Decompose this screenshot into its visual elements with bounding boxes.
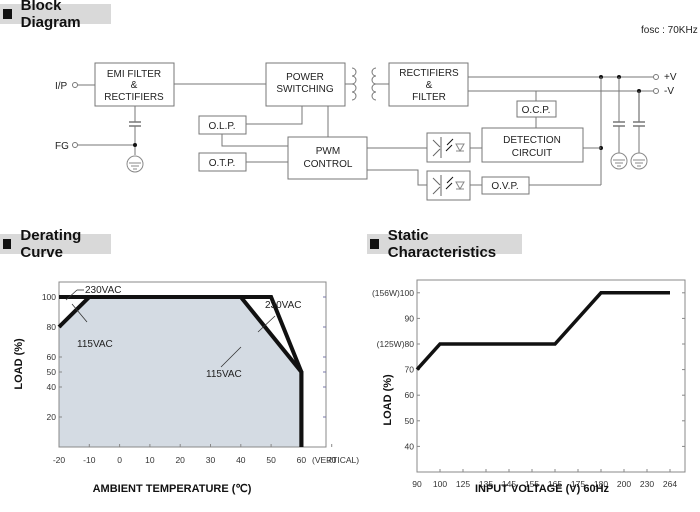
svg-text:CIRCUIT: CIRCUIT: [512, 148, 553, 159]
rectifier-filter-block: RECTIFIERS & FILTER: [388, 62, 469, 107]
svg-text:O.L.P.: O.L.P.: [208, 121, 235, 132]
y-tick-label: 60: [405, 390, 415, 400]
x-tick-label: 60: [297, 455, 307, 465]
x-tick-label: -20: [53, 455, 66, 465]
section-header-derating-curve: Derating Curve: [0, 227, 111, 261]
y-tick-label: 80: [47, 322, 57, 332]
y-tick-label: 50: [405, 416, 415, 426]
y-tick-label: 60: [47, 352, 57, 362]
svg-text:RECTIFIERS: RECTIFIERS: [104, 92, 164, 103]
static-characteristics-chart: 40506070(125W)8090(156W)100 90 100 125 135 1…: [372, 279, 686, 495]
block-diagram: fosc : 70KHz I/P FG EMI FILTER & RECTIFI…: [55, 25, 698, 201]
terminal-minus-v-label: -V: [664, 86, 674, 97]
x-tick-label: 200: [617, 479, 631, 489]
terminal-plus-v-label: +V: [664, 72, 677, 83]
square-bullet-icon: [370, 239, 379, 249]
svg-text:POWER: POWER: [286, 72, 324, 83]
terminal-plus-v-icon: [653, 74, 659, 80]
svg-text:&: &: [131, 80, 138, 91]
y-tick-label: 40: [405, 441, 415, 451]
otp-block: O.T.P.: [198, 152, 247, 172]
detection-circuit-block: DETECTION CIRCUIT: [481, 127, 584, 163]
section-header-static-characteristics: Static Characteristics: [367, 227, 522, 261]
x-axis-title: AMBIENT TEMPERATURE (℃): [93, 483, 252, 495]
fosc-label: fosc : 70KHz: [641, 25, 698, 36]
x-tick-label: 30: [206, 455, 216, 465]
terminal-ip-icon: [72, 82, 78, 88]
y-tick-label: 90: [405, 313, 415, 323]
x-tick-label: 230: [640, 479, 654, 489]
terminal-minus-v-icon: [653, 88, 659, 94]
y-axis-title: LOAD (%): [13, 338, 25, 390]
x-tick-label: 264: [663, 479, 677, 489]
plot-frame: [416, 279, 686, 473]
annotation-230vac: 230VAC: [85, 285, 122, 296]
y-tick-label: (125W)80: [377, 339, 415, 349]
x-tick-label: 40: [236, 455, 246, 465]
ocp-block: O.C.P.: [516, 100, 557, 118]
x-tick-label: 0: [117, 455, 122, 465]
svg-text:PWM: PWM: [316, 146, 340, 157]
ground-icon: [630, 152, 648, 170]
x-axis-suffix: (VERTICAL): [312, 455, 359, 465]
derating-area-fill: [59, 297, 302, 447]
ground-icon: [126, 155, 144, 173]
annotation-230vac: 230VAC: [265, 300, 302, 311]
optocoupler-icon: [426, 132, 471, 163]
x-tick-label: 20: [175, 455, 185, 465]
x-tick-label: 125: [456, 479, 470, 489]
svg-text:SWITCHING: SWITCHING: [276, 84, 333, 95]
terminal-ip-label: I/P: [55, 81, 68, 92]
svg-text:FILTER: FILTER: [412, 92, 446, 103]
transformer-icon: [345, 67, 389, 101]
svg-text:O.T.P.: O.T.P.: [209, 158, 236, 169]
x-tick-label: 100: [433, 479, 447, 489]
x-tick-label: -10: [83, 455, 96, 465]
y-tick-label: 20: [47, 412, 57, 422]
pwm-control-block: PWM CONTROL: [287, 136, 368, 180]
olp-block: O.L.P.: [198, 115, 247, 135]
ground-icon: [610, 152, 628, 170]
x-tick-label: 50: [266, 455, 276, 465]
emi-filter-block: EMI FILTER & RECTIFIERS: [94, 62, 175, 107]
y-tick-label: (156W)100: [372, 288, 414, 298]
x-tick-label: 90: [412, 479, 422, 489]
derating-curve-chart: 2040506080100 -20 -10 0 10 20 30 40 50 60 70 230V…: [13, 281, 359, 495]
svg-text:EMI FILTER: EMI FILTER: [107, 69, 161, 80]
svg-text:O.V.P.: O.V.P.: [491, 181, 518, 192]
svg-text:O.C.P.: O.C.P.: [522, 105, 551, 116]
svg-text:&: &: [426, 80, 433, 91]
optocoupler-icon: [426, 170, 471, 201]
annotation-115vac: 115VAC: [206, 369, 242, 380]
svg-text:RECTIFIERS: RECTIFIERS: [399, 68, 459, 79]
x-tick-label: 10: [145, 455, 155, 465]
terminal-fg-label: FG: [55, 141, 69, 152]
terminal-fg-icon: [72, 142, 78, 148]
x-axis-title: INPUT VOLTAGE (V) 60Hz: [475, 483, 610, 495]
svg-text:CONTROL: CONTROL: [304, 159, 353, 170]
annotation-115vac: 115VAC: [77, 339, 113, 350]
y-axis-title: LOAD (%): [382, 374, 394, 426]
power-switching-block: POWER SWITCHING: [265, 62, 346, 107]
y-tick-label: 50: [47, 367, 57, 377]
y-tick-label: 100: [42, 292, 56, 302]
series-line-load: [415, 291, 670, 371]
square-bullet-icon: [3, 239, 12, 249]
y-tick-label: 40: [47, 382, 57, 392]
svg-text:DETECTION: DETECTION: [503, 135, 561, 146]
ovp-block: O.V.P.: [481, 176, 530, 195]
y-tick-label: 70: [405, 365, 415, 375]
